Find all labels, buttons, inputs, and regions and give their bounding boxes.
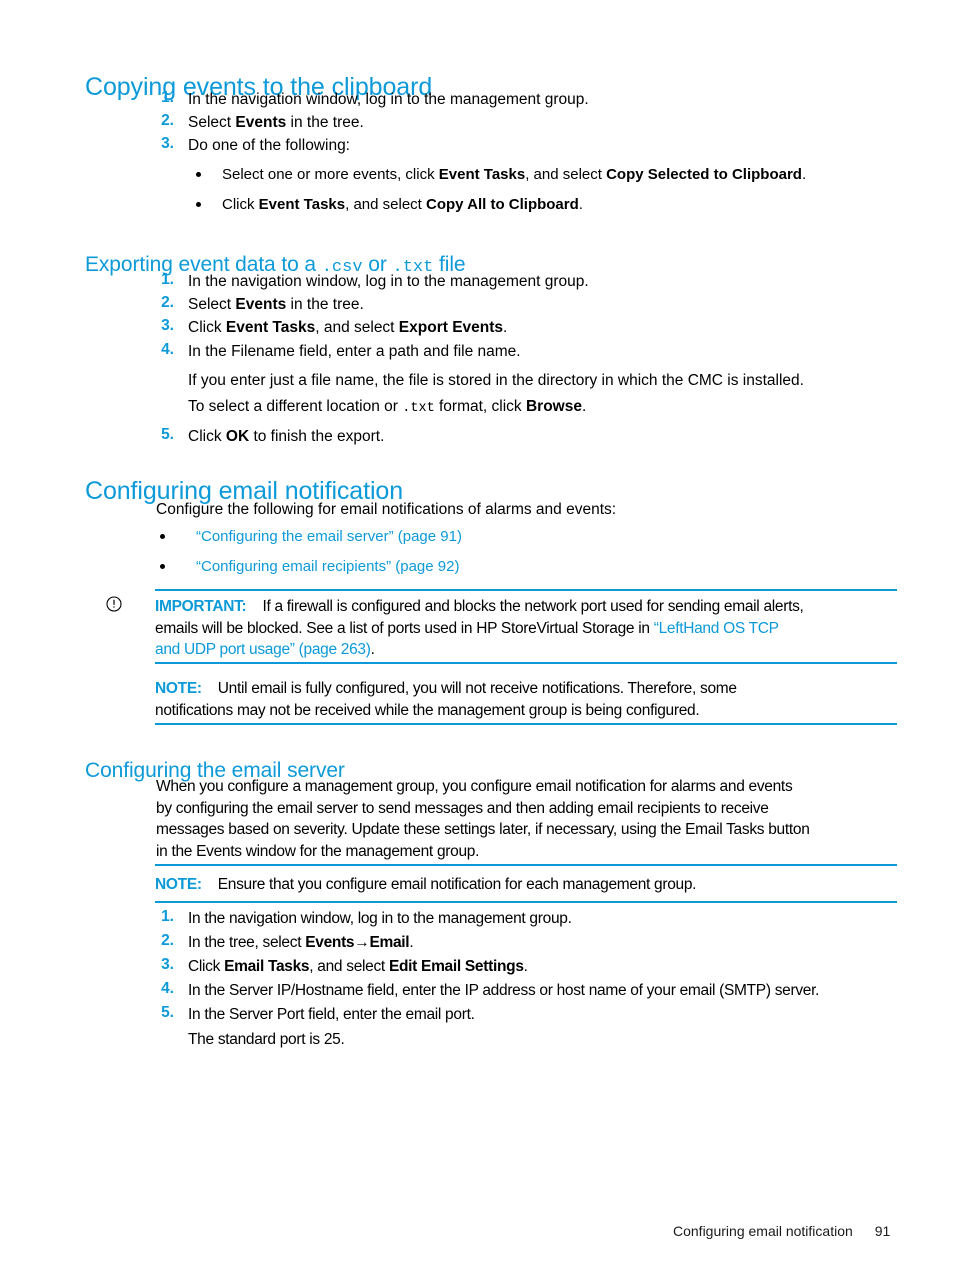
note-label-2: NOTE: — [155, 876, 202, 893]
paragraph-line-2: by configuring the email server to send … — [156, 799, 769, 817]
list-item: In the Server Port field, enter the emai… — [188, 1006, 475, 1023]
list-item-subtext: The standard port is 25. — [188, 1031, 345, 1048]
list-item: Select Events in the tree. — [188, 296, 364, 313]
list-number: 3. — [161, 956, 174, 973]
note-label: NOTE: — [155, 680, 202, 697]
note-admonition-1: NOTE: Until email is fully configured, y… — [155, 678, 900, 721]
note-text-line1: Until email is fully configured, you wil… — [217, 680, 737, 697]
list-item: Click Event Tasks, and select Copy All t… — [222, 194, 583, 216]
link-configuring-email-recipients[interactable]: “Configuring email recipients” (page 92) — [196, 556, 459, 578]
list-number: 1. — [161, 89, 174, 106]
divider-above-important — [155, 589, 897, 591]
paragraph-intro: Configure the following for email notifi… — [156, 501, 617, 518]
document-page: Copying events to the clipboard 1. In th… — [0, 0, 954, 1271]
list-item: In the tree, select Events→Email. — [188, 934, 414, 951]
list-number: 3. — [161, 317, 174, 334]
divider-between-important-and-note — [155, 662, 897, 664]
important-admonition: IMPORTANT: If a firewall is configured a… — [155, 596, 900, 661]
list-number: 2. — [161, 112, 174, 129]
bullet-dot-icon — [160, 534, 165, 539]
divider-below-note-1 — [155, 723, 897, 725]
bullet-dot-icon — [196, 202, 201, 207]
footer-page-number: 91 — [874, 1223, 891, 1239]
list-item-subtext: If you enter just a file name, the file … — [188, 372, 804, 389]
list-item-text: Click — [222, 196, 259, 213]
subtext-mono-txt: .txt — [402, 401, 435, 416]
list-item-text-tail: . — [801, 166, 807, 183]
list-number: 3. — [161, 135, 174, 152]
list-item-text: Do one of the following: — [188, 137, 350, 154]
list-item-emphasis: Events — [235, 114, 287, 131]
subtext-mid: format, click — [434, 398, 526, 415]
link-lefthand-os-tcp-udp-port-usage-cont[interactable]: and UDP port usage” (page 263) — [155, 641, 371, 658]
list-item: Select one or more events, click Event T… — [222, 164, 806, 186]
list-number: 2. — [161, 932, 174, 949]
note-text-line2: notifications may not be received while … — [155, 701, 700, 719]
list-item-subtext-2: To select a different location or .txt f… — [188, 396, 586, 420]
important-label: IMPORTANT: — [155, 598, 247, 615]
list-item: In the navigation window, log in to the … — [188, 89, 589, 111]
list-item: Select Events in the tree. — [188, 112, 364, 134]
list-item: Do one of the following: — [188, 135, 350, 157]
list-item: In the Server IP/Hostname field, enter t… — [188, 982, 820, 999]
divider-above-note-2 — [155, 864, 897, 866]
footer: Configuring email notification 91 — [673, 1223, 890, 1239]
note-admonition-2: NOTE: Ensure that you configure email no… — [155, 874, 900, 896]
list-item-emphasis: Event Tasks — [438, 166, 526, 183]
list-number: 4. — [161, 980, 174, 997]
paragraph-line-4: in the Events window for the management … — [156, 842, 480, 860]
list-item-emphasis-2: Copy Selected to Clipboard — [606, 166, 802, 183]
list-number: 1. — [161, 271, 174, 288]
subtext-emphasis-browse: Browse — [525, 398, 582, 415]
list-item-text-mid: , and select — [525, 166, 607, 183]
list-item-emphasis-2: Copy All to Clipboard — [426, 196, 579, 213]
important-text-line1: If a firewall is configured and blocks t… — [262, 598, 804, 615]
subtext-prefix: To select a different location or — [188, 398, 403, 415]
list-item: In the navigation window, log in to the … — [188, 273, 589, 290]
note-text-2: Ensure that you configure email notifica… — [217, 876, 697, 893]
list-item-emphasis: Event Tasks — [258, 196, 346, 213]
divider-below-note-2 — [155, 901, 897, 903]
list-item-text-mid: , and select — [345, 196, 426, 213]
list-number: 4. — [161, 341, 174, 358]
list-item-text: In the navigation window, log in to the … — [188, 91, 589, 108]
list-item-text-tail: in the tree. — [286, 114, 364, 131]
important-text-line2: emails will be blocked. See a list of po… — [155, 619, 654, 637]
list-item: Click Event Tasks, and select Export Eve… — [188, 319, 508, 336]
list-number: 1. — [161, 908, 174, 925]
list-item-text-tail: . — [578, 196, 583, 213]
list-number: 5. — [161, 1004, 174, 1021]
bullet-dot-icon — [196, 172, 201, 177]
paragraph-email-server-description: When you configure a management group, y… — [156, 776, 901, 862]
list-number: 5. — [161, 426, 174, 443]
list-item: In the navigation window, log in to the … — [188, 910, 572, 927]
important-text-tail: . — [370, 641, 375, 658]
link-lefthand-os-tcp-udp-port-usage[interactable]: “LeftHand OS TCP — [654, 620, 779, 637]
bullet-dot-icon — [160, 564, 165, 569]
exclamation-circle-icon — [106, 596, 122, 612]
list-item: Click OK to finish the export. — [188, 428, 385, 445]
list-item-text: Select one or more events, click — [222, 166, 439, 183]
list-item: Click Email Tasks, and select Edit Email… — [188, 958, 528, 975]
list-number: 2. — [161, 294, 174, 311]
footer-title: Configuring email notification — [673, 1223, 853, 1239]
link-configuring-the-email-server[interactable]: “Configuring the email server” (page 91) — [196, 526, 462, 548]
subtext-tail: . — [581, 398, 587, 415]
list-item-text: Select — [188, 114, 236, 131]
paragraph-line-3: messages based on severity. Update these… — [156, 821, 810, 838]
paragraph-line-1: When you configure a management group, y… — [156, 778, 793, 795]
list-item: In the Filename field, enter a path and … — [188, 343, 521, 360]
